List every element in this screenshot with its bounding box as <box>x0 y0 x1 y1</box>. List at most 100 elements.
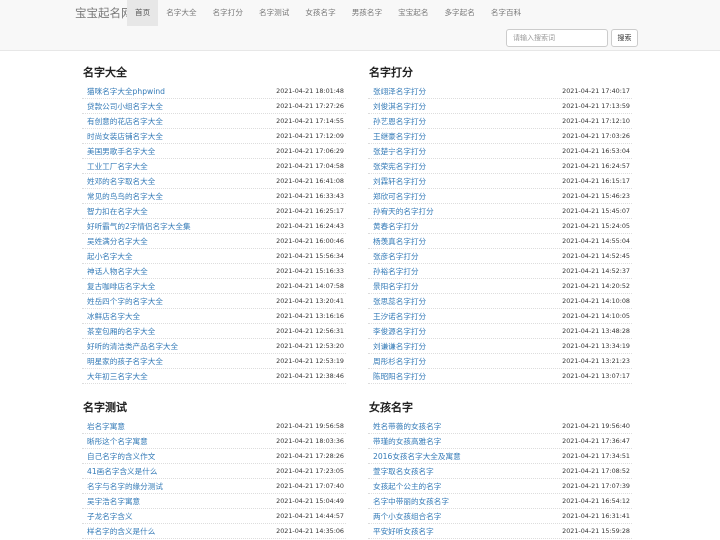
list-item-date: 2021-04-21 17:03:26 <box>562 132 630 140</box>
navbar: 宝宝起名网 首页 名字大全 名字打分 名字测试 女孩名字 男孩名字 宝宝起名 多… <box>0 0 720 51</box>
list-item-link[interactable]: 好听的清洁类产品名字大全 <box>87 341 178 352</box>
list-item-link[interactable]: 41画名字含义是什么 <box>87 466 157 477</box>
list-item-link[interactable]: 孙裕名字打分 <box>373 266 419 277</box>
list-item: 贷款公司小组名字大全 2021-04-21 17:27:26 <box>82 99 346 114</box>
list-item-link[interactable]: 王汐诺名字打分 <box>373 311 426 322</box>
list-item: 孙艺恩名字打分 2021-04-21 17:12:10 <box>368 114 632 129</box>
list-item: 自己名字的含义作文 2021-04-21 17:28:26 <box>82 449 346 464</box>
list-item-link[interactable]: 黄春名字打分 <box>373 221 419 232</box>
list-item-link[interactable]: 王继豪名字打分 <box>373 131 426 142</box>
list-item-link[interactable]: 刘谦谦名字打分 <box>373 341 426 352</box>
search-button[interactable]: 搜索 <box>611 29 638 47</box>
list-item-link[interactable]: 晰彤这个名字寓意 <box>87 436 148 447</box>
section-title: 名字测试 <box>83 401 127 414</box>
list-item: 吴宇浩名字寓意 2021-04-21 15:04:49 <box>82 494 346 509</box>
list-item-link[interactable]: 姓邓的名字取名大全 <box>87 176 155 187</box>
nav-item-home[interactable]: 首页 <box>127 0 159 26</box>
list-item-link[interactable]: 姓名带薇的女孩名字 <box>373 421 441 432</box>
list-item-link[interactable]: 周彤杉名字打分 <box>373 356 426 367</box>
list-item-date: 2021-04-21 17:28:26 <box>276 452 344 460</box>
list-item-link[interactable]: 李俊源名字打分 <box>373 326 426 337</box>
list-item-link[interactable]: 景阳名字打分 <box>373 281 419 292</box>
list-item-link[interactable]: 刘霖轩名字打分 <box>373 176 426 187</box>
list-item-link[interactable]: 张思蕊名字打分 <box>373 296 426 307</box>
list-item-date: 2021-04-21 16:41:08 <box>276 177 344 185</box>
list-item-link[interactable]: 时尚女装店铺名字大全 <box>87 131 163 142</box>
list-item-link[interactable]: 起小名字大全 <box>87 251 133 262</box>
list-item-link[interactable]: 杨羡真名字打分 <box>373 236 426 247</box>
list-item-link[interactable]: 工业工厂名字大全 <box>87 161 148 172</box>
list-item-link[interactable]: 大年初三名字大全 <box>87 371 148 382</box>
list-item-link[interactable]: 萱字取名女孩名字 <box>373 466 434 477</box>
list-item-link[interactable]: 刘俊淇名字打分 <box>373 101 426 112</box>
list-item-link[interactable]: 明星家的孩子名字大全 <box>87 356 163 367</box>
list-item-link[interactable]: 贷款公司小组名字大全 <box>87 101 163 112</box>
list-item-link[interactable]: 复古咖啡店名字大全 <box>87 281 155 292</box>
section-title: 名字打分 <box>369 66 413 79</box>
list-item-link[interactable]: 岩名字寓意 <box>87 421 125 432</box>
list-item: 平安好听女孩名字 2021-04-21 15:59:28 <box>368 524 632 539</box>
article-list: 姓名带薇的女孩名字 2021-04-21 19:56:40 带瑾的女孩高雅名字 202… <box>368 419 632 539</box>
list-item-date: 2021-04-21 16:53:04 <box>562 147 630 155</box>
list-item-link[interactable]: 有创意的花店名字大全 <box>87 116 163 127</box>
list-item-date: 2021-04-21 13:34:19 <box>562 342 630 350</box>
list-item-link[interactable]: 智力扣在名字大全 <box>87 206 148 217</box>
list-item-date: 2021-04-21 14:35:06 <box>276 527 344 535</box>
list-item-link[interactable]: 平安好听女孩名字 <box>373 526 434 537</box>
list-item-link[interactable]: 美国男歌手名字大全 <box>87 146 155 157</box>
list-item-date: 2021-04-21 15:59:28 <box>562 527 630 535</box>
list-item-link[interactable]: 神话人物名字大全 <box>87 266 148 277</box>
list-item-date: 2021-04-21 13:16:16 <box>276 312 344 320</box>
list-item-link[interactable]: 张荣宪名字打分 <box>373 161 426 172</box>
nav-item-names[interactable]: 名字大全 <box>158 0 204 26</box>
list-item-link[interactable]: 子龙名字含义 <box>87 511 133 522</box>
list-item-link[interactable]: 名字与名字的缘分测试 <box>87 481 163 492</box>
list-item-link[interactable]: 孙宥天的名字打分 <box>373 206 434 217</box>
list-item-link[interactable]: 吴姓满分名字大全 <box>87 236 148 247</box>
list-item-link[interactable]: 冰鲜店名字大全 <box>87 311 140 322</box>
list-item-link[interactable]: 2016女孩名字大全及寓意 <box>373 451 461 462</box>
nav-item-girl-names[interactable]: 女孩名字 <box>297 0 343 26</box>
nav-item-score[interactable]: 名字打分 <box>205 0 251 26</box>
list-item-link[interactable]: 女孩起个公主的名字 <box>373 481 441 492</box>
nav-item-multi-char[interactable]: 多字起名 <box>436 0 482 26</box>
search-input[interactable] <box>506 29 608 47</box>
list-item-date: 2021-04-21 15:46:23 <box>562 192 630 200</box>
list-item-date: 2021-04-21 14:20:52 <box>562 282 630 290</box>
section-score: 名字打分 张翊泽名字打分 2021-04-21 17:40:17 刘俊淇名字打分 20… <box>368 63 632 384</box>
list-item-date: 2021-04-21 19:56:58 <box>276 422 344 430</box>
list-item-date: 2021-04-21 17:12:10 <box>562 117 630 125</box>
nav-item-baby-naming[interactable]: 宝宝起名 <box>390 0 436 26</box>
list-item-link[interactable]: 茶室包厢的名字大全 <box>87 326 155 337</box>
list-item-link[interactable]: 吴宇浩名字寓意 <box>87 496 140 507</box>
section-title: 女孩名字 <box>369 401 413 414</box>
list-item-link[interactable]: 猫咪名字大全phpwind <box>87 86 165 97</box>
list-item-date: 2021-04-21 18:03:36 <box>276 437 344 445</box>
list-item-date: 2021-04-21 17:13:59 <box>562 102 630 110</box>
list-item-date: 2021-04-21 16:25:17 <box>276 207 344 215</box>
list-item-date: 2021-04-21 16:31:41 <box>562 512 630 520</box>
site-brand[interactable]: 宝宝起名网 <box>75 0 133 26</box>
list-item-link[interactable]: 张翊泽名字打分 <box>373 86 426 97</box>
list-item: 有创意的花店名字大全 2021-04-21 17:14:55 <box>82 114 346 129</box>
list-item-link[interactable]: 郑欣可名字打分 <box>373 191 426 202</box>
list-item-link[interactable]: 常见的鸟鸟的名字大全 <box>87 191 163 202</box>
list-item-date: 2021-04-21 17:40:17 <box>562 87 630 95</box>
list-item-link[interactable]: 孙艺恩名字打分 <box>373 116 426 127</box>
list-item-link[interactable]: 自己名字的含义作文 <box>87 451 155 462</box>
list-item-link[interactable]: 带瑾的女孩高雅名字 <box>373 436 441 447</box>
nav-item-test[interactable]: 名字测试 <box>251 0 297 26</box>
list-item-link[interactable]: 两个小女孩组合名字 <box>373 511 441 522</box>
list-item-link[interactable]: 陈昭阳名字打分 <box>373 371 426 382</box>
list-item-link[interactable]: 好听霸气的2字情侣名字大全集 <box>87 221 191 232</box>
list-item-link[interactable]: 样名字的含义是什么 <box>87 526 155 537</box>
nav-item-encyclopedia[interactable]: 名字百科 <box>483 0 529 26</box>
list-item-link[interactable]: 姓岳四个字的名字大全 <box>87 296 163 307</box>
list-item-link[interactable]: 张彦名字打分 <box>373 251 419 262</box>
list-item: 李俊源名字打分 2021-04-21 13:48:28 <box>368 324 632 339</box>
list-item-date: 2021-04-21 17:23:05 <box>276 467 344 475</box>
nav-item-boy-names[interactable]: 男孩名字 <box>344 0 390 26</box>
list-item-link[interactable]: 张楚宁名字打分 <box>373 146 426 157</box>
list-item-link[interactable]: 名字中带丽的女孩名字 <box>373 496 449 507</box>
list-item: 41画名字含义是什么 2021-04-21 17:23:05 <box>82 464 346 479</box>
